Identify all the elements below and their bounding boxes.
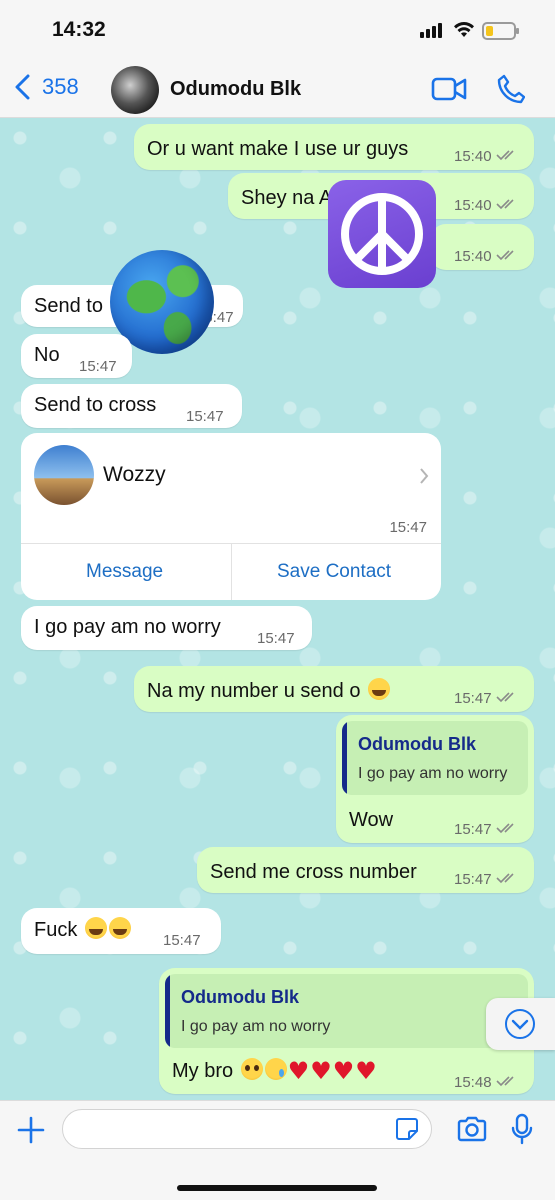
message-outgoing[interactable]: Na my number u send o 15:47 — [134, 666, 534, 712]
message-text: Send to cross — [34, 394, 157, 416]
chat-header: 358 Odumodu Blk — [0, 62, 555, 118]
back-button[interactable]: 358 — [14, 74, 79, 100]
plus-icon[interactable] — [16, 1115, 46, 1145]
message-text: I go pay am no worry — [34, 616, 221, 638]
contact-avatar[interactable] — [111, 66, 159, 114]
message-time: 15:47 — [163, 932, 201, 949]
quote-bar — [165, 974, 170, 1048]
wifi-icon — [454, 21, 474, 37]
message-text: Fuck — [34, 917, 131, 943]
message-time: 15:47 — [186, 408, 224, 425]
message-text: Shey na A — [241, 187, 333, 209]
message-time: 15:40 — [454, 144, 518, 170]
chevron-right-icon[interactable] — [419, 467, 429, 485]
message-text: No — [34, 344, 60, 366]
status-time: 14:32 — [52, 18, 106, 41]
pleading-face-emoji-icon — [240, 1058, 263, 1080]
quoted-text: I go pay am no worry — [358, 765, 508, 782]
read-ticks-icon — [495, 150, 514, 161]
quoted-message[interactable]: Odumodu Blk I go pay am no worry — [342, 721, 528, 795]
message-time: 15:47 — [454, 686, 518, 712]
message-outgoing[interactable]: Send me cross number 15:47 — [197, 847, 534, 893]
message-text: My bro ♥♥♥♥ — [172, 1057, 377, 1085]
card-divider — [231, 543, 232, 600]
quoted-sender: Odumodu Blk — [181, 987, 299, 1007]
save-contact-button[interactable]: Save Contact — [277, 561, 391, 583]
message-outgoing[interactable]: Or u want make I use ur guys 15:40 — [134, 124, 534, 170]
camera-icon[interactable] — [456, 1115, 488, 1143]
read-ticks-icon — [495, 199, 514, 210]
contact-name[interactable]: Odumodu Blk — [170, 78, 301, 101]
message-time: 15:47 — [389, 519, 427, 536]
message-composer — [0, 1100, 555, 1200]
message-text: Wow — [349, 809, 394, 831]
crying-face-emoji-icon — [264, 1058, 287, 1080]
message-text: Or u want make I use ur guys — [147, 138, 409, 160]
laughing-emoji-icon — [84, 917, 107, 939]
message-time: 15:47 — [257, 630, 295, 647]
message-time: 15:47 — [454, 867, 518, 893]
shared-contact-name[interactable]: Wozzy — [103, 463, 166, 487]
message-outgoing-reply[interactable]: Odumodu Blk I go pay am no worry Wow 15:… — [336, 715, 534, 843]
peace-symbol-icon — [341, 193, 423, 275]
message-text: Send to — [34, 295, 103, 317]
read-ticks-icon — [495, 692, 514, 703]
red-heart-icon: ♥ — [332, 1057, 355, 1085]
message-incoming[interactable]: Fuck 15:47 — [21, 908, 221, 954]
red-heart-icon: ♥ — [287, 1057, 310, 1085]
video-call-icon[interactable] — [431, 76, 467, 102]
message-time: 15:47 — [454, 817, 518, 843]
message-contact-button[interactable]: Message — [86, 561, 163, 583]
message-outgoing-reply[interactable]: Odumodu Blk I go pay am no worry My bro … — [159, 968, 534, 1094]
red-heart-icon: ♥ — [355, 1057, 377, 1085]
peace-symbol-sticker[interactable] — [328, 180, 436, 288]
quoted-text: I go pay am no worry — [181, 1018, 331, 1035]
phone-call-icon[interactable] — [497, 74, 525, 104]
chevron-left-icon — [15, 74, 30, 100]
sticker-icon[interactable] — [395, 1117, 419, 1141]
home-indicator — [177, 1185, 377, 1191]
message-text: Na my number u send o — [147, 678, 390, 704]
message-time: 15:40 — [454, 193, 518, 219]
signal-icon — [420, 22, 446, 38]
message-time: 15:47 — [79, 358, 117, 375]
battery-icon — [482, 22, 519, 40]
message-text: Send me cross number — [210, 861, 417, 883]
read-ticks-icon — [495, 873, 514, 884]
microphone-icon[interactable] — [510, 1113, 534, 1145]
read-ticks-icon — [495, 823, 514, 834]
laughing-emoji-icon — [368, 678, 390, 700]
shared-contact-card: Wozzy 15:47 Message Save Contact — [21, 433, 441, 600]
message-time: 15:40 — [454, 244, 518, 270]
quoted-sender: Odumodu Blk — [358, 734, 476, 754]
message-time: 15:48 — [454, 1070, 518, 1096]
message-incoming[interactable]: Send to cross 15:47 — [21, 384, 242, 428]
read-ticks-icon — [495, 250, 514, 261]
message-outgoing[interactable]: 15:40 — [430, 224, 534, 270]
quote-bar — [342, 721, 347, 795]
quoted-message[interactable]: Odumodu Blk I go pay am no worry — [165, 974, 528, 1048]
message-incoming[interactable]: No 15:47 — [21, 334, 132, 378]
message-input[interactable] — [62, 1109, 432, 1149]
shared-contact-avatar[interactable] — [34, 445, 94, 505]
laughing-emoji-icon — [108, 917, 131, 939]
status-bar: 14:32 — [0, 0, 555, 62]
scroll-to-bottom-button[interactable] — [486, 998, 555, 1050]
red-heart-icon: ♥ — [310, 1057, 332, 1085]
read-ticks-icon — [495, 1076, 514, 1087]
message-incoming[interactable]: I go pay am no worry 15:47 — [21, 606, 312, 650]
chevron-down-icon — [505, 1009, 535, 1039]
unread-count: 358 — [42, 74, 79, 99]
